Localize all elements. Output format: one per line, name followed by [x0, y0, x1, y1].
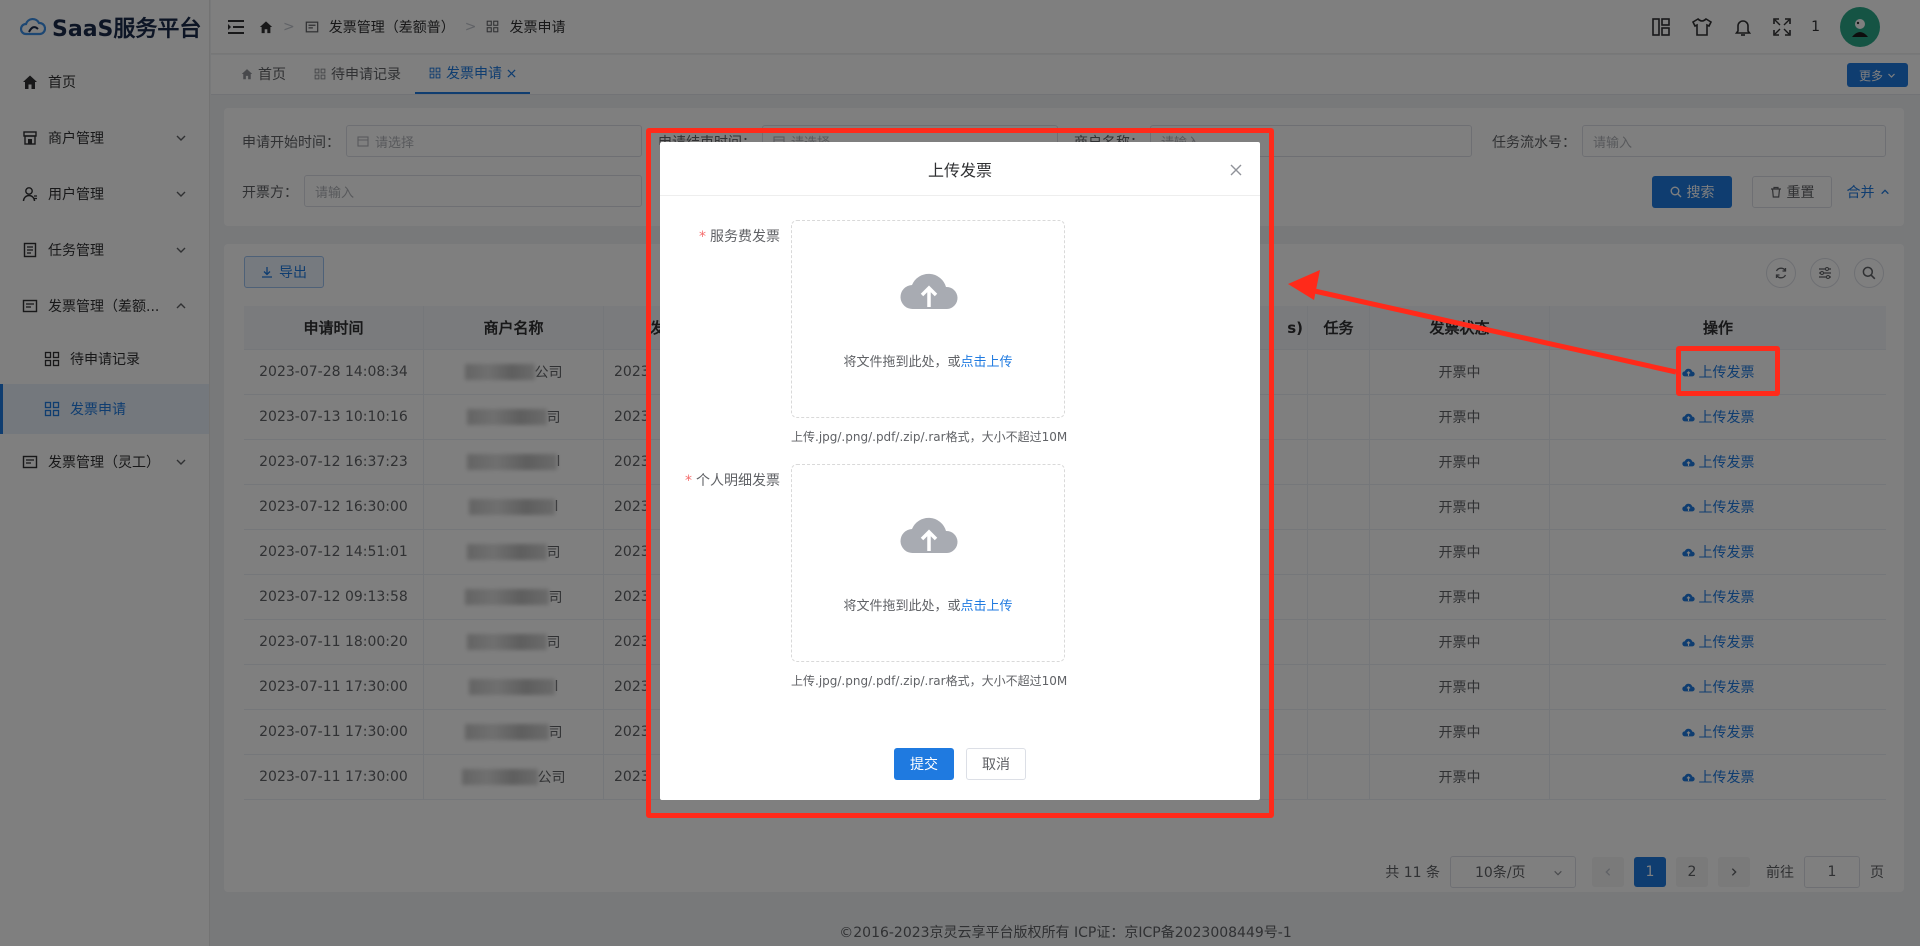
dialog-title: 上传发票 [660, 142, 1260, 196]
personal-detail-upload-area[interactable]: 将文件拖到此处，或点击上传 [791, 464, 1065, 662]
upload-hint: 将文件拖到此处，或点击上传 [843, 355, 1013, 370]
upload-tip: 上传.jpg/.png/.pdf/.zip/.rar格式，大小不超过10M [791, 674, 1068, 688]
service-fee-invoice-label: * 服务费发票 [699, 229, 780, 245]
personal-detail-invoice-label: * 个人明细发票 [685, 473, 780, 489]
click-upload-link[interactable]: 点击上传 [961, 355, 1013, 370]
upload-cloud-icon [900, 517, 958, 554]
required-mark: * [685, 473, 692, 489]
upload-cloud-icon [900, 273, 958, 310]
required-mark: * [699, 229, 706, 245]
upload-hint: 将文件拖到此处，或点击上传 [843, 599, 1013, 614]
upload-tip: 上传.jpg/.png/.pdf/.zip/.rar格式，大小不超过10M [791, 430, 1068, 444]
submit-button[interactable]: 提交 [894, 748, 954, 780]
upload-invoice-dialog: 上传发票 * 服务费发票 将文件拖到此处，或点击上传 上传.jpg/.png/.p… [660, 142, 1260, 800]
cancel-button[interactable]: 取消 [966, 748, 1026, 780]
service-fee-upload-area[interactable]: 将文件拖到此处，或点击上传 [791, 220, 1065, 418]
click-upload-link[interactable]: 点击上传 [961, 599, 1013, 614]
close-icon[interactable] [1230, 164, 1242, 176]
